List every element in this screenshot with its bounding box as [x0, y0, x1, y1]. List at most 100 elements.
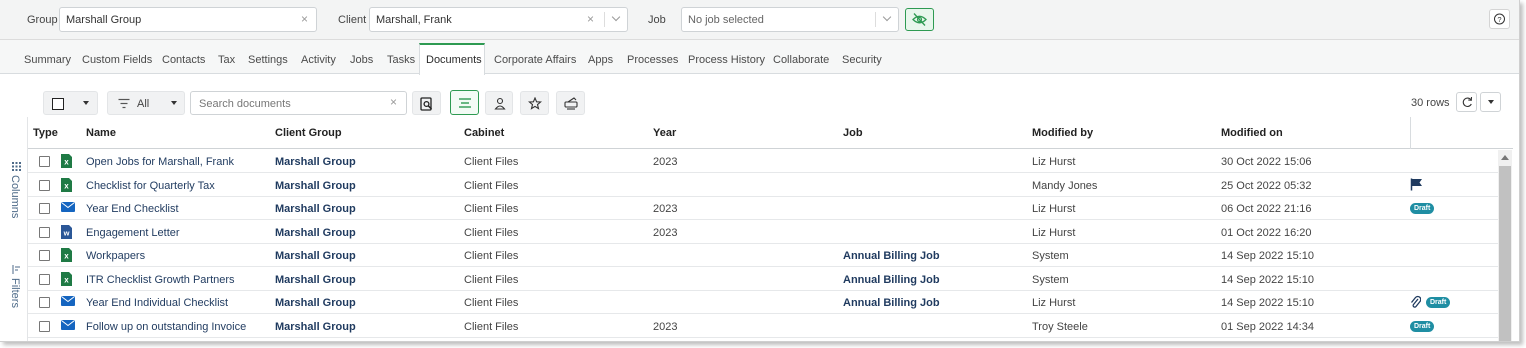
- column-header-modified-on[interactable]: Modified on: [1221, 127, 1283, 139]
- column-header-modified-by[interactable]: Modified by: [1032, 127, 1093, 139]
- tab-corporate-affairs[interactable]: Corporate Affairs: [494, 54, 576, 66]
- tab-collaborate[interactable]: Collaborate: [773, 54, 829, 66]
- help-icon: ?: [1494, 13, 1505, 25]
- list-view-button[interactable]: [450, 90, 479, 115]
- modified-on-cell: 06 Oct 2022 21:16: [1221, 203, 1312, 215]
- table-row[interactable]: x Checklist for Quarterly Tax Marshall Gro…: [28, 174, 1498, 197]
- filters-panel-toggle[interactable]: Filters: [9, 278, 21, 308]
- search-button[interactable]: [412, 91, 441, 115]
- row-checkbox[interactable]: [39, 156, 50, 167]
- table-row[interactable]: Year End Checklist Marshall Group Client F…: [28, 197, 1498, 220]
- filter-dropdown[interactable]: All: [107, 91, 185, 115]
- table-row[interactable]: w Engagement Letter Marshall Group Client F…: [28, 221, 1498, 244]
- name-cell[interactable]: Checklist for Quarterly Tax: [86, 180, 215, 192]
- tab-process-history[interactable]: Process History: [688, 54, 765, 66]
- client-separator: [604, 12, 605, 27]
- tab-tax[interactable]: Tax: [218, 54, 235, 66]
- name-cell[interactable]: ITR Checklist Growth Partners: [86, 274, 235, 286]
- table-row[interactable]: Year End Individual Checklist Marshall Gr…: [28, 291, 1498, 314]
- star-icon: [528, 97, 542, 110]
- job-select[interactable]: No job selected: [681, 7, 899, 32]
- client-select[interactable]: Marshall, Frank ×: [369, 7, 628, 32]
- client-group-cell: Marshall Group: [275, 297, 356, 309]
- name-cell[interactable]: Open Jobs for Marshall, Frank: [86, 156, 234, 168]
- my-documents-button[interactable]: [485, 91, 513, 115]
- tab-apps[interactable]: Apps: [588, 54, 613, 66]
- tab-security[interactable]: Security: [842, 54, 882, 66]
- document-search-icon: [420, 97, 433, 111]
- tab-contacts[interactable]: Contacts: [162, 54, 205, 66]
- scan-button[interactable]: [556, 91, 585, 115]
- search-input[interactable]: Search documents ×: [190, 91, 407, 115]
- cabinet-cell: Client Files: [464, 156, 519, 168]
- filter-icon[interactable]: [12, 265, 21, 274]
- favorites-button[interactable]: [520, 91, 549, 115]
- row-checkbox[interactable]: [39, 273, 50, 285]
- row-checkbox[interactable]: [39, 250, 50, 261]
- help-button[interactable]: ?: [1489, 9, 1510, 29]
- flag-icon[interactable]: [1410, 178, 1423, 194]
- name-cell[interactable]: Year End Individual Checklist: [86, 297, 228, 309]
- tab-custom-fields[interactable]: Custom Fields: [82, 54, 152, 66]
- column-header-name[interactable]: Name: [86, 127, 116, 139]
- table-row[interactable]: x Workpapers Marshall Group Client Files Ann…: [28, 244, 1498, 267]
- excel-icon: x: [61, 271, 72, 289]
- column-header-cabinet[interactable]: Cabinet: [464, 127, 504, 139]
- row-checkbox[interactable]: [39, 297, 50, 308]
- row-checkbox[interactable]: [39, 320, 50, 332]
- modified-on-cell: 30 Oct 2022 15:06: [1221, 156, 1312, 168]
- svg-text:x: x: [64, 158, 69, 167]
- table-row[interactable]: Follow up on outstanding Invoice Marshall…: [28, 315, 1498, 338]
- name-cell[interactable]: Workpapers: [86, 250, 145, 262]
- chevron-down-icon[interactable]: [882, 12, 892, 22]
- columns-grid-icon[interactable]: [12, 162, 21, 171]
- chevron-down-icon[interactable]: [611, 12, 621, 22]
- more-options-button[interactable]: [1480, 92, 1501, 112]
- tab-summary[interactable]: Summary: [24, 54, 71, 66]
- scrollbar-thumb[interactable]: [1499, 166, 1511, 341]
- column-header-job[interactable]: Job: [843, 127, 863, 139]
- modified-on-cell: 14 Sep 2022 15:10: [1221, 297, 1314, 309]
- tab-documents[interactable]: Documents: [426, 54, 482, 66]
- eye-off-icon: [912, 13, 927, 26]
- table-row[interactable]: x Open Jobs for Marshall, Frank Marshall G…: [28, 150, 1498, 173]
- tab-processes[interactable]: Processes: [627, 54, 678, 66]
- tab-settings[interactable]: Settings: [248, 54, 288, 66]
- select-all-checkbox[interactable]: [52, 98, 64, 110]
- client-group-cell: Marshall Group: [275, 203, 356, 215]
- group-value: Marshall Group: [66, 14, 142, 26]
- refresh-icon: [1462, 96, 1473, 108]
- name-cell[interactable]: Engagement Letter: [86, 227, 180, 239]
- modified-by-cell: System: [1032, 250, 1069, 262]
- scroll-up-arrow-icon[interactable]: [1500, 154, 1510, 161]
- columns-panel-toggle[interactable]: Columns: [9, 175, 21, 218]
- list-icon: [459, 98, 471, 108]
- status-badge: Draft: [1410, 320, 1435, 332]
- hide-toggle-button[interactable]: [905, 8, 934, 31]
- modified-by-cell: Liz Hurst: [1032, 203, 1076, 215]
- column-header-type[interactable]: Type: [33, 127, 58, 139]
- row-checkbox[interactable]: [39, 179, 50, 191]
- row-checkbox[interactable]: [39, 203, 50, 214]
- group-select[interactable]: Marshall Group ×: [59, 7, 317, 32]
- job-cell: Annual Billing Job: [843, 297, 940, 309]
- paperclip-icon[interactable]: [1410, 295, 1422, 312]
- row-checkbox[interactable]: [39, 226, 50, 238]
- tab-jobs[interactable]: Jobs: [350, 54, 373, 66]
- select-all-dropdown[interactable]: [43, 91, 98, 115]
- clear-client-icon[interactable]: ×: [587, 12, 594, 26]
- clear-search-icon[interactable]: ×: [390, 95, 397, 109]
- tab-activity[interactable]: Activity: [301, 54, 336, 66]
- clear-group-icon[interactable]: ×: [301, 12, 308, 26]
- tab-tasks[interactable]: Tasks: [387, 54, 415, 66]
- job-cell: Annual Billing Job: [843, 250, 940, 262]
- status-badge: Draft: [1426, 297, 1451, 308]
- name-cell[interactable]: Year End Checklist: [86, 203, 179, 215]
- column-header-year[interactable]: Year: [653, 127, 676, 139]
- job-label: Job: [648, 14, 666, 26]
- column-header-client-group[interactable]: Client Group: [275, 127, 342, 139]
- name-cell[interactable]: Follow up on outstanding Invoice: [86, 321, 246, 333]
- mail-icon: [61, 295, 75, 310]
- refresh-button[interactable]: [1456, 92, 1477, 112]
- table-row[interactable]: x ITR Checklist Growth Partners Marshall G…: [28, 268, 1498, 291]
